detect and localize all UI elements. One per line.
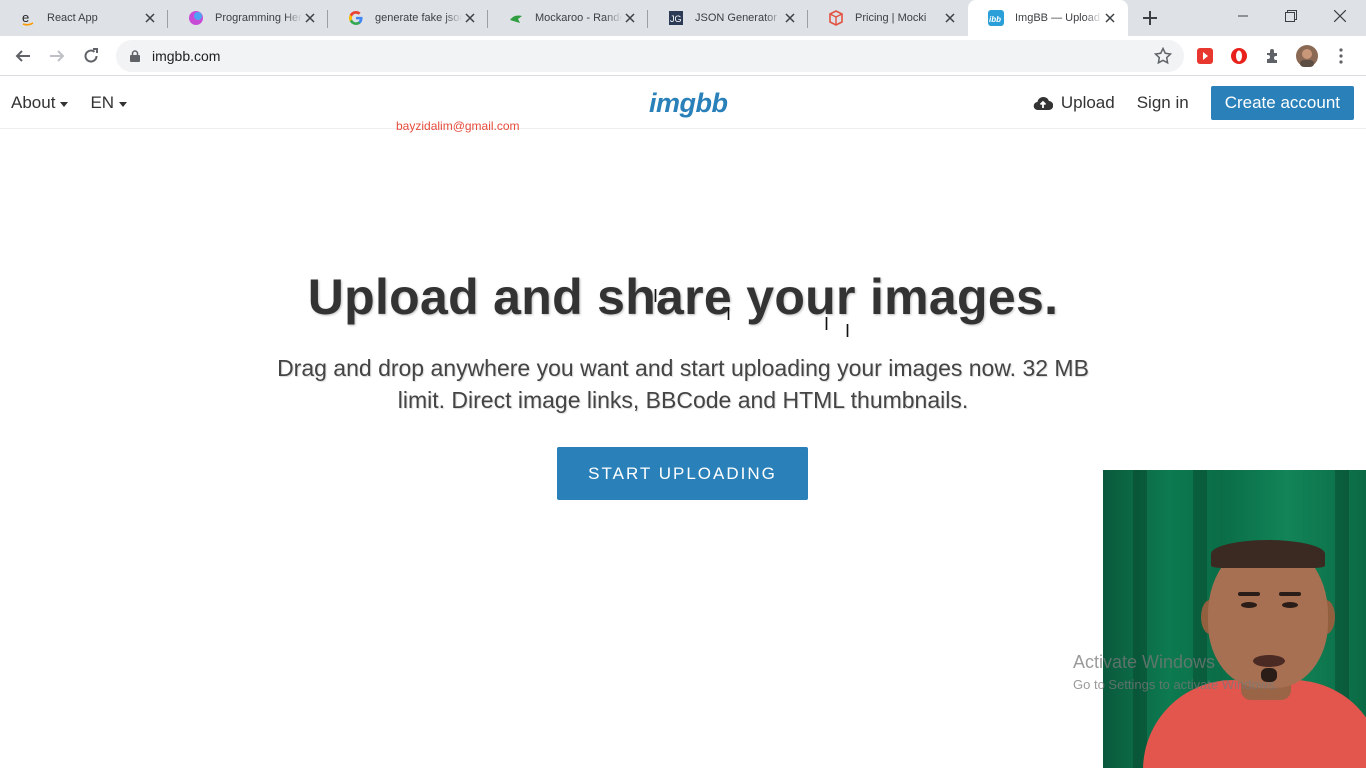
programming-hero-icon (188, 10, 204, 26)
svg-text:e: e (22, 10, 29, 25)
tab-title: generate fake json (375, 12, 462, 24)
close-icon[interactable] (782, 10, 798, 26)
caret-down-icon (119, 101, 128, 107)
text-cursor-icon: I (824, 314, 830, 334)
address-text[interactable]: imgbb.com (152, 48, 220, 64)
close-icon[interactable] (942, 10, 958, 26)
nav-left: About EN (11, 77, 149, 129)
upload-label: Upload (1060, 93, 1115, 112)
lock-icon[interactable] (128, 49, 142, 63)
sign-in-link[interactable]: Sign in (1137, 93, 1189, 113)
close-window-button[interactable] (1316, 0, 1364, 32)
upload-link[interactable]: Upload (1033, 93, 1115, 113)
text-cursor-icon: I (653, 286, 659, 306)
tab-imgbb[interactable]: ibb ImgBB — Upload Im (968, 0, 1128, 36)
close-icon[interactable] (302, 10, 318, 26)
webcam-overlay (1103, 470, 1366, 768)
minimize-button[interactable] (1219, 0, 1267, 32)
tab-programming-hero[interactable]: Programming Hero (168, 0, 328, 36)
back-button[interactable] (9, 42, 37, 70)
tab-title: ImgBB — Upload Im (1015, 12, 1102, 24)
tab-title: React App (47, 12, 98, 24)
extensions-puzzle-icon[interactable] (1262, 45, 1284, 67)
address-bar[interactable]: imgbb.com (116, 40, 1184, 72)
browser-menu-icon[interactable] (1330, 45, 1352, 67)
tab-mocki[interactable]: Pricing | Mocki (808, 0, 968, 36)
tab-react-app[interactable]: e React App (0, 0, 168, 36)
tab-mockaroo[interactable]: Mockaroo - Random (488, 0, 648, 36)
site-header: About EN imgbb Upload Sign in Create acc… (0, 77, 1366, 129)
tab-google-search[interactable]: generate fake json (328, 0, 488, 36)
hero-subtitle: Drag and drop anywhere you want and star… (277, 355, 1089, 413)
mockaroo-icon (508, 10, 524, 26)
amazon-e-icon: e (20, 10, 36, 26)
watermark-subtitle: Go to Settings to activate Windows. (1073, 677, 1279, 692)
presenter-brow (1279, 592, 1301, 596)
text-cursor-icon: I (726, 304, 732, 324)
profile-avatar[interactable] (1296, 45, 1318, 67)
close-icon[interactable] (1102, 10, 1118, 26)
close-icon[interactable] (142, 10, 158, 26)
caret-down-icon (60, 101, 69, 107)
restore-button[interactable] (1267, 0, 1315, 32)
presenter-eye (1241, 602, 1257, 608)
watermark-title: Activate Windows (1073, 652, 1216, 672)
close-icon[interactable] (462, 10, 478, 26)
new-tab-button[interactable] (1140, 8, 1160, 28)
language-label: EN (90, 93, 115, 112)
curtain-fold (1133, 470, 1147, 768)
tab-title: JSON Generator – T (695, 12, 782, 24)
hero-title: Upload and share your images. (307, 269, 1059, 325)
about-menu[interactable]: About (11, 93, 69, 113)
close-icon[interactable] (622, 10, 638, 26)
google-icon (348, 10, 364, 26)
reload-button[interactable] (77, 42, 105, 70)
mocki-icon (828, 10, 844, 26)
text-cursor-icon: I (845, 321, 851, 341)
json-generator-icon: JG (668, 10, 684, 26)
svg-text:JG: JG (670, 14, 682, 24)
start-uploading-button[interactable]: START UPLOADING (557, 447, 808, 500)
email-text: bayzidalim@gmail.com (396, 119, 520, 133)
imgbb-logo[interactable]: imgbb (649, 88, 728, 119)
extension-red-play-icon[interactable] (1194, 45, 1216, 67)
svg-text:ibb: ibb (989, 15, 1001, 24)
bookmark-star-icon[interactable] (1153, 46, 1173, 65)
browser-toolbar: imgbb.com (0, 36, 1366, 76)
nav-right: Upload Sign in Create account (1033, 77, 1354, 129)
presenter-hair (1211, 540, 1325, 568)
create-account-button[interactable]: Create account (1210, 86, 1354, 120)
tab-strip: e React App Programming Hero generate fa… (0, 0, 1366, 36)
presenter-brow (1238, 592, 1260, 596)
tab-title: Programming Hero (215, 12, 302, 24)
tab-json-generator[interactable]: JG JSON Generator – T (648, 0, 808, 36)
tab-title: Pricing | Mocki (855, 12, 927, 24)
extension-opera-icon[interactable] (1228, 45, 1250, 67)
activate-windows-watermark: Activate Windows Go to Settings to activ… (1073, 652, 1278, 692)
tab-title: Mockaroo - Random (535, 12, 622, 24)
forward-button[interactable] (43, 42, 71, 70)
about-label: About (11, 93, 56, 112)
imgbb-icon: ibb (988, 10, 1004, 26)
presenter-eye (1282, 602, 1298, 608)
language-menu[interactable]: EN (90, 93, 128, 113)
cloud-upload-icon (1033, 96, 1053, 111)
